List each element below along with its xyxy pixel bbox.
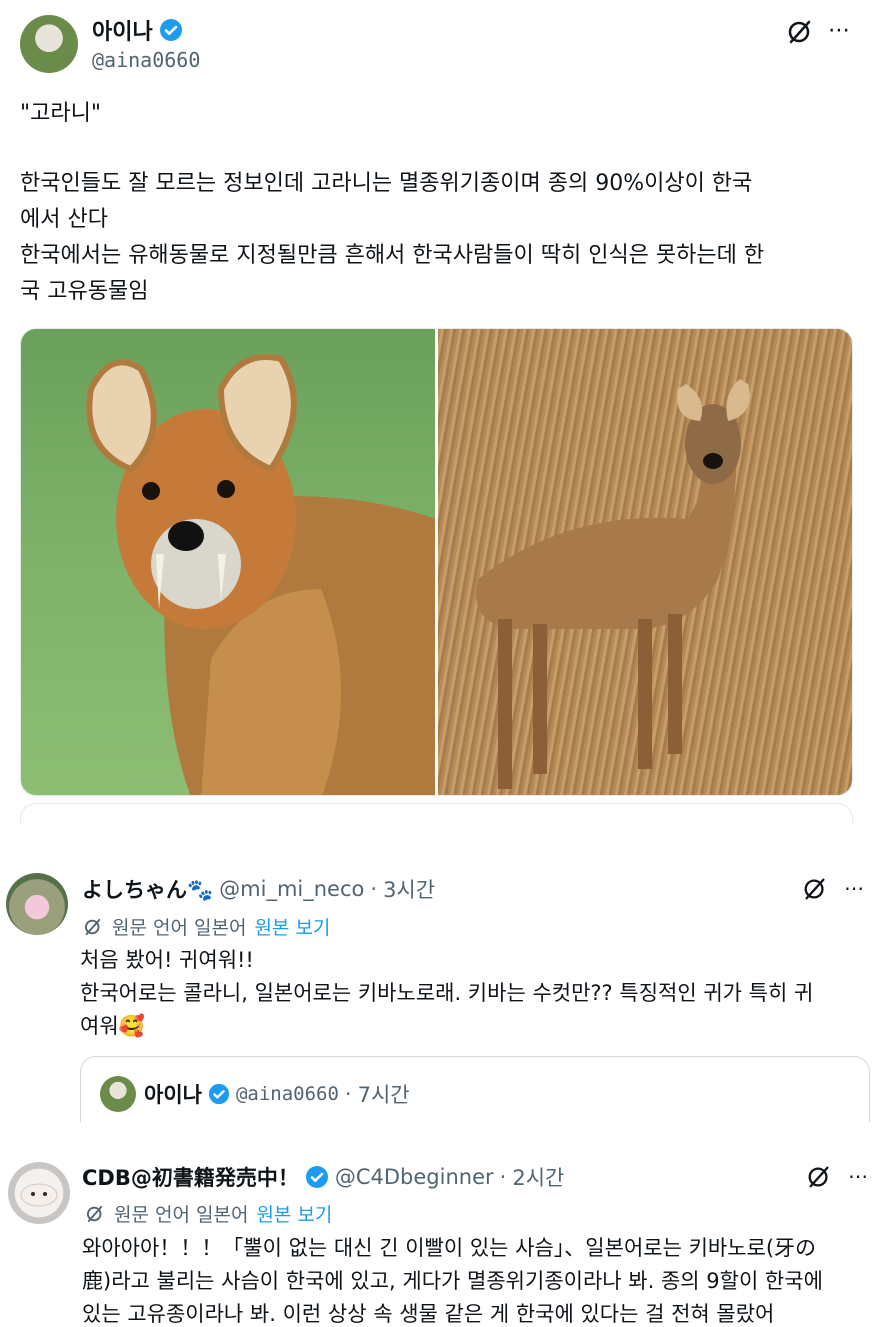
reply-handle[interactable]: @mi_mi_neco — [219, 877, 364, 901]
more-options-icon[interactable]: ⋯ — [828, 18, 851, 43]
verified-badge-icon — [305, 1166, 328, 1188]
view-original-link[interactable]: 원본 보기 — [256, 1200, 332, 1227]
water-deer-closeup-photo[interactable] — [21, 329, 435, 795]
translate-icon — [84, 918, 101, 935]
quoted-tweet-header: 아이나 @aina0660 · 7시간 — [144, 1079, 410, 1109]
more-options-icon[interactable]: ⋯ — [844, 876, 864, 900]
verified-badge-icon — [159, 19, 182, 41]
reply-display-name[interactable]: よしちゃん🐾 — [82, 874, 213, 904]
reply-text: 와아아아！！！「뿔이 없는 대신 긴 이빨이 있는 사슴」、일본어로는 키바노로… — [82, 1236, 823, 1326]
reply-text: 처음 봤어! 귀여워!! 한국어로는 콜라니, 일본어로는 키바노로래. 키바는… — [80, 948, 814, 1038]
reply-display-name[interactable]: CDB@初書籍発売中！ — [82, 1162, 299, 1192]
tweet-media[interactable] — [20, 328, 853, 796]
translation-row: 원문 언어 일본어 원본 보기 — [84, 1200, 332, 1227]
author-name-row[interactable]: 아이나 — [92, 14, 183, 46]
view-original-link[interactable]: 원본 보기 — [254, 913, 330, 940]
separator-dot: · — [370, 877, 378, 901]
card-preview-edge — [20, 803, 853, 823]
grok-icon[interactable] — [786, 18, 814, 46]
reply-header: CDB@初書籍発売中！ @C4Dbeginner · 2시간 — [82, 1162, 564, 1192]
quoted-timestamp: 7시간 — [357, 1083, 410, 1107]
tweet-text-title: "고라니" — [20, 101, 101, 126]
author-handle[interactable]: @aina0660 — [92, 48, 200, 72]
quoted-handle: @aina0660 — [235, 1083, 339, 1105]
grok-icon[interactable] — [802, 876, 828, 902]
reply-handle[interactable]: @C4Dbeginner — [335, 1165, 494, 1189]
translation-row: 원문 언어 일본어 원본 보기 — [82, 913, 330, 940]
separator-dot: · — [499, 1165, 507, 1189]
author-avatar[interactable] — [20, 15, 78, 73]
verified-badge-icon — [208, 1083, 230, 1105]
tweet-text-body: 한국인들도 잘 모르는 정보인데 고라니는 멸종위기종이며 종의 90%이상이 … — [20, 171, 765, 304]
separator-dot: · — [344, 1082, 352, 1106]
reply-header: よしちゃん🐾 @mi_mi_neco · 3시간 — [82, 874, 435, 904]
reply-timestamp[interactable]: 3시간 — [383, 874, 435, 904]
translation-label: 원문 언어 일본어 — [114, 1204, 249, 1226]
translation-label: 원문 언어 일본어 — [112, 917, 247, 939]
quoted-author-avatar — [100, 1076, 136, 1112]
reply-avatar[interactable] — [6, 873, 68, 935]
quoted-display-name: 아이나 — [144, 1083, 202, 1107]
grok-icon[interactable] — [806, 1164, 832, 1190]
translate-icon — [86, 1205, 103, 1222]
reply-avatar[interactable] — [8, 1162, 70, 1224]
author-display-name[interactable]: 아이나 — [92, 14, 153, 46]
water-deer-standing-photo[interactable] — [438, 329, 852, 795]
more-options-icon[interactable]: ⋯ — [848, 1164, 868, 1188]
reply-timestamp[interactable]: 2시간 — [512, 1162, 564, 1192]
round-face-icon — [20, 1183, 58, 1207]
